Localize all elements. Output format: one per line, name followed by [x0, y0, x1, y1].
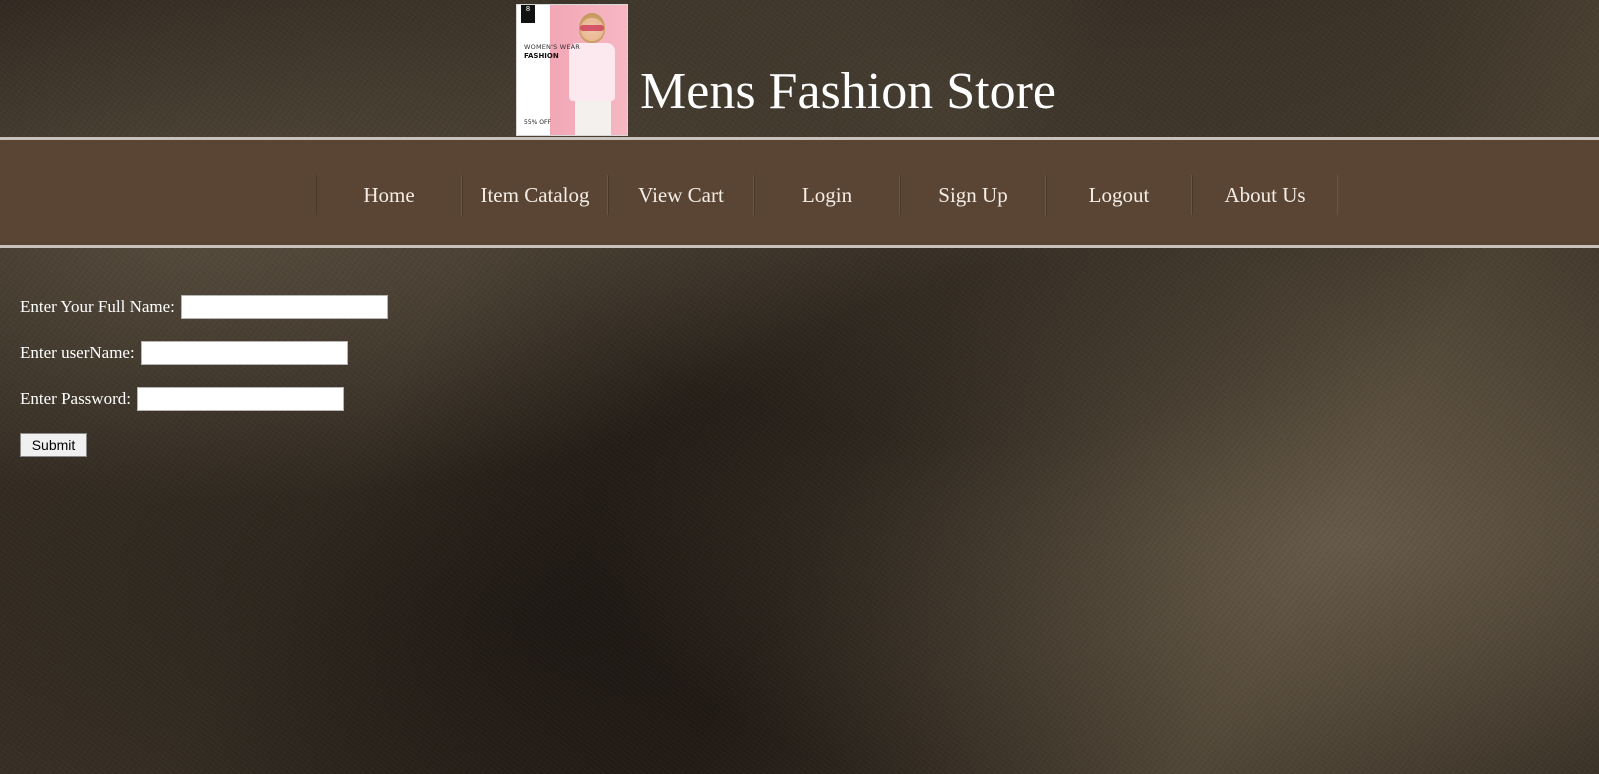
username-label: Enter userName: [20, 343, 135, 362]
nav-item-sign-up[interactable]: Sign Up [900, 175, 1046, 215]
nav-list: Home Item Catalog View Cart Login Sign U… [316, 175, 1338, 215]
nav-item-home[interactable]: Home [316, 175, 462, 215]
nav-item-about-us[interactable]: About Us [1192, 175, 1338, 215]
logo-model-body [569, 43, 615, 101]
fullname-label: Enter Your Full Name: [20, 297, 175, 316]
logo-model-legs [575, 101, 611, 135]
logo-badge: 8 [521, 5, 535, 23]
submit-button[interactable]: Submit [20, 433, 87, 457]
username-row: Enter userName: [20, 341, 388, 365]
nav-item-login[interactable]: Login [754, 175, 900, 215]
password-row: Enter Password: [20, 387, 388, 411]
nav-item-item-catalog[interactable]: Item Catalog [462, 175, 608, 215]
nav-item-logout[interactable]: Logout [1046, 175, 1192, 215]
logo-text-line2: FASHION [524, 52, 559, 60]
fullname-row: Enter Your Full Name: [20, 295, 388, 319]
password-label: Enter Password: [20, 389, 131, 408]
logo-text-line3: 55% OFF [524, 119, 551, 126]
submit-row: Submit [20, 433, 388, 457]
store-logo-image: 8 WOMEN'S WEAR FASHION 55% OFF [516, 4, 628, 136]
signup-form: Enter Your Full Name: Enter userName: En… [20, 295, 388, 479]
main-navbar: Home Item Catalog View Cart Login Sign U… [0, 137, 1599, 248]
site-header: 8 WOMEN'S WEAR FASHION 55% OFF Mens Fash… [0, 0, 1599, 137]
site-title: Mens Fashion Store [640, 63, 1056, 120]
nav-item-view-cart[interactable]: View Cart [608, 175, 754, 215]
fullname-input[interactable] [180, 295, 388, 319]
logo-model-glasses [580, 25, 604, 31]
username-input[interactable] [140, 341, 348, 365]
password-input[interactable] [136, 387, 344, 411]
logo-text-line1: WOMEN'S WEAR [524, 43, 580, 51]
